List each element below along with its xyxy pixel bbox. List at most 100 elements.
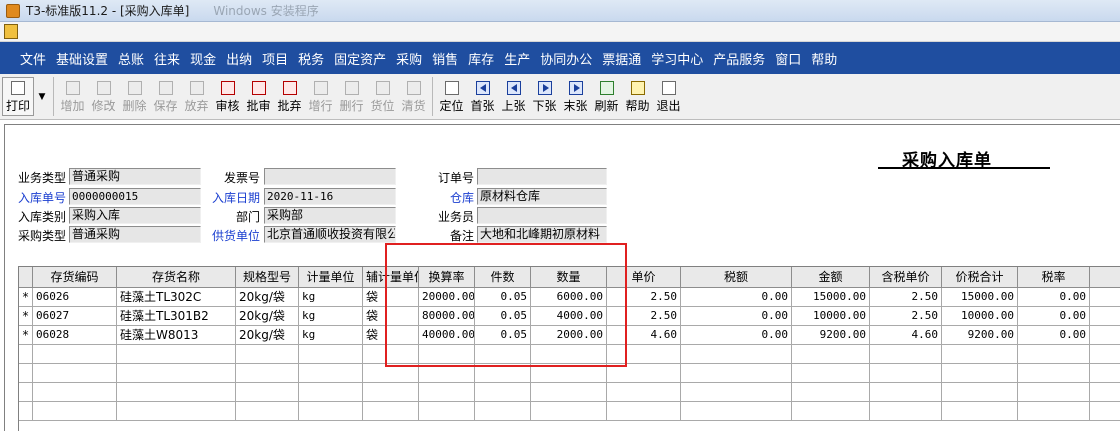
col-header-spec[interactable]: 规格型号	[236, 267, 299, 288]
locate-button[interactable]: 定位	[436, 77, 467, 116]
cell-amount[interactable]: 10000.00	[792, 307, 870, 326]
col-header-tax[interactable]: 税额	[681, 267, 792, 288]
discard-button[interactable]: 放弃	[181, 77, 212, 116]
col-header-tax-rate[interactable]: 税率	[1018, 267, 1090, 288]
menu-tax[interactable]: 税务	[298, 49, 324, 68]
cell-code[interactable]: 06027	[33, 307, 117, 326]
col-header-amount[interactable]: 金额	[792, 267, 870, 288]
menu-cashier[interactable]: 出纳	[226, 49, 252, 68]
supplier-field[interactable]: 北京首通顺收投资有限公司	[264, 226, 396, 243]
menu-help[interactable]: 帮助	[811, 49, 837, 68]
delete-button[interactable]: 删除	[119, 77, 150, 116]
approve-button[interactable]: 审核	[212, 77, 243, 116]
menu-collaboration[interactable]: 协同办公	[540, 49, 592, 68]
col-header-price[interactable]: 单价	[607, 267, 681, 288]
print-button[interactable]: 打印	[2, 77, 34, 116]
cell-name[interactable]: 硅藻土TL301B2	[117, 307, 236, 326]
cell-unit[interactable]: kg	[299, 288, 363, 307]
cell-total[interactable]: 10000.00	[942, 307, 1018, 326]
menu-production[interactable]: 生产	[504, 49, 530, 68]
cell-aux-unit[interactable]: 袋	[363, 307, 419, 326]
menu-accounts[interactable]: 往来	[154, 49, 180, 68]
cell-spec[interactable]: 20kg/袋	[236, 288, 299, 307]
menu-fixed-assets[interactable]: 固定资产	[334, 49, 386, 68]
order-no-field[interactable]	[477, 168, 607, 185]
cell-unit[interactable]: kg	[299, 307, 363, 326]
cell-price[interactable]: 2.50	[607, 288, 681, 307]
cell-qty[interactable]: 6000.00	[531, 288, 607, 307]
menu-basic-settings[interactable]: 基础设置	[56, 49, 108, 68]
cell-code[interactable]: 06026	[33, 288, 117, 307]
menu-learning[interactable]: 学习中心	[651, 49, 703, 68]
table-row[interactable]: * 06028 硅藻土W8013 20kg/袋 kg 袋 40000.00 0.…	[19, 326, 1120, 345]
cell-price-tax[interactable]: 4.60	[870, 326, 942, 345]
cell-rate[interactable]: 80000.00	[419, 307, 475, 326]
cell-rate[interactable]: 20000.00	[419, 288, 475, 307]
delete-row-button[interactable]: 删行	[336, 77, 367, 116]
refresh-button[interactable]: 刷新	[591, 77, 622, 116]
cell-code[interactable]: 06028	[33, 326, 117, 345]
cell-amount[interactable]: 9200.00	[792, 326, 870, 345]
table-row[interactable]: * 06026 硅藻土TL302C 20kg/袋 kg 袋 20000.00 0…	[19, 288, 1120, 307]
invoice-no-field[interactable]	[264, 168, 396, 185]
next-record-button[interactable]: 下张	[529, 77, 560, 116]
print-dropdown-button[interactable]: ▼	[34, 77, 50, 116]
empty-row[interactable]	[19, 364, 1120, 383]
col-header-name[interactable]: 存货名称	[117, 267, 236, 288]
add-button[interactable]: 增加	[57, 77, 88, 116]
cell-aux-unit[interactable]: 袋	[363, 326, 419, 345]
cell-name[interactable]: 硅藻土TL302C	[117, 288, 236, 307]
batch-discard-button[interactable]: 批弃	[274, 77, 305, 116]
batch-approve-button[interactable]: 批审	[243, 77, 274, 116]
col-header-pieces[interactable]: 件数	[475, 267, 531, 288]
menu-purchase[interactable]: 采购	[396, 49, 422, 68]
exit-button[interactable]: 退出	[653, 77, 684, 116]
remark-field[interactable]: 大地和北峰期初原材料	[477, 226, 607, 243]
cell-total[interactable]: 15000.00	[942, 288, 1018, 307]
menu-bills[interactable]: 票据通	[602, 49, 641, 68]
warehouse-field[interactable]: 原材料仓库	[477, 188, 607, 205]
cell-tax[interactable]: 0.00	[681, 288, 792, 307]
col-header-total[interactable]: 价税合计	[942, 267, 1018, 288]
menu-inventory[interactable]: 库存	[468, 49, 494, 68]
cell-tax[interactable]: 0.00	[681, 307, 792, 326]
cell-pieces[interactable]: 0.05	[475, 288, 531, 307]
cell-pieces[interactable]: 0.05	[475, 307, 531, 326]
cell-amount[interactable]: 15000.00	[792, 288, 870, 307]
cell-total[interactable]: 9200.00	[942, 326, 1018, 345]
salesperson-field[interactable]	[477, 207, 607, 224]
inbound-category-field[interactable]: 采购入库	[69, 207, 201, 224]
business-type-field[interactable]: 普通采购	[69, 168, 201, 185]
col-header-unit[interactable]: 计量单位	[299, 267, 363, 288]
location-button[interactable]: 货位	[367, 77, 398, 116]
col-header-code[interactable]: 存货编码	[33, 267, 117, 288]
cell-qty[interactable]: 4000.00	[531, 307, 607, 326]
cell-unit[interactable]: kg	[299, 326, 363, 345]
cell-tax-rate[interactable]: 0.00	[1018, 307, 1090, 326]
help-button[interactable]: 帮助	[622, 77, 653, 116]
inbound-date-field[interactable]: 2020-11-16	[264, 188, 396, 205]
first-record-button[interactable]: 首张	[467, 77, 498, 116]
cell-tax[interactable]: 0.00	[681, 326, 792, 345]
col-header-price-tax[interactable]: 含税单价	[870, 267, 942, 288]
menu-project[interactable]: 项目	[262, 49, 288, 68]
cell-price-tax[interactable]: 2.50	[870, 288, 942, 307]
cell-price[interactable]: 2.50	[607, 307, 681, 326]
empty-row[interactable]	[19, 383, 1120, 402]
menu-services[interactable]: 产品服务	[713, 49, 765, 68]
col-header-aux-unit[interactable]: 辅计量单位	[363, 267, 419, 288]
prev-record-button[interactable]: 上张	[498, 77, 529, 116]
menu-file[interactable]: 文件	[20, 49, 46, 68]
cell-spec[interactable]: 20kg/袋	[236, 326, 299, 345]
empty-row[interactable]	[19, 402, 1120, 421]
inbound-no-field[interactable]: 0000000015	[69, 188, 201, 205]
col-header-rate[interactable]: 换算率	[419, 267, 475, 288]
cell-tax-rate[interactable]: 0.00	[1018, 326, 1090, 345]
cell-rate[interactable]: 40000.00	[419, 326, 475, 345]
edit-button[interactable]: 修改	[88, 77, 119, 116]
save-button[interactable]: 保存	[150, 77, 181, 116]
cell-qty[interactable]: 2000.00	[531, 326, 607, 345]
cell-tax-rate[interactable]: 0.00	[1018, 288, 1090, 307]
clear-button[interactable]: 清货	[398, 77, 429, 116]
cell-price[interactable]: 4.60	[607, 326, 681, 345]
